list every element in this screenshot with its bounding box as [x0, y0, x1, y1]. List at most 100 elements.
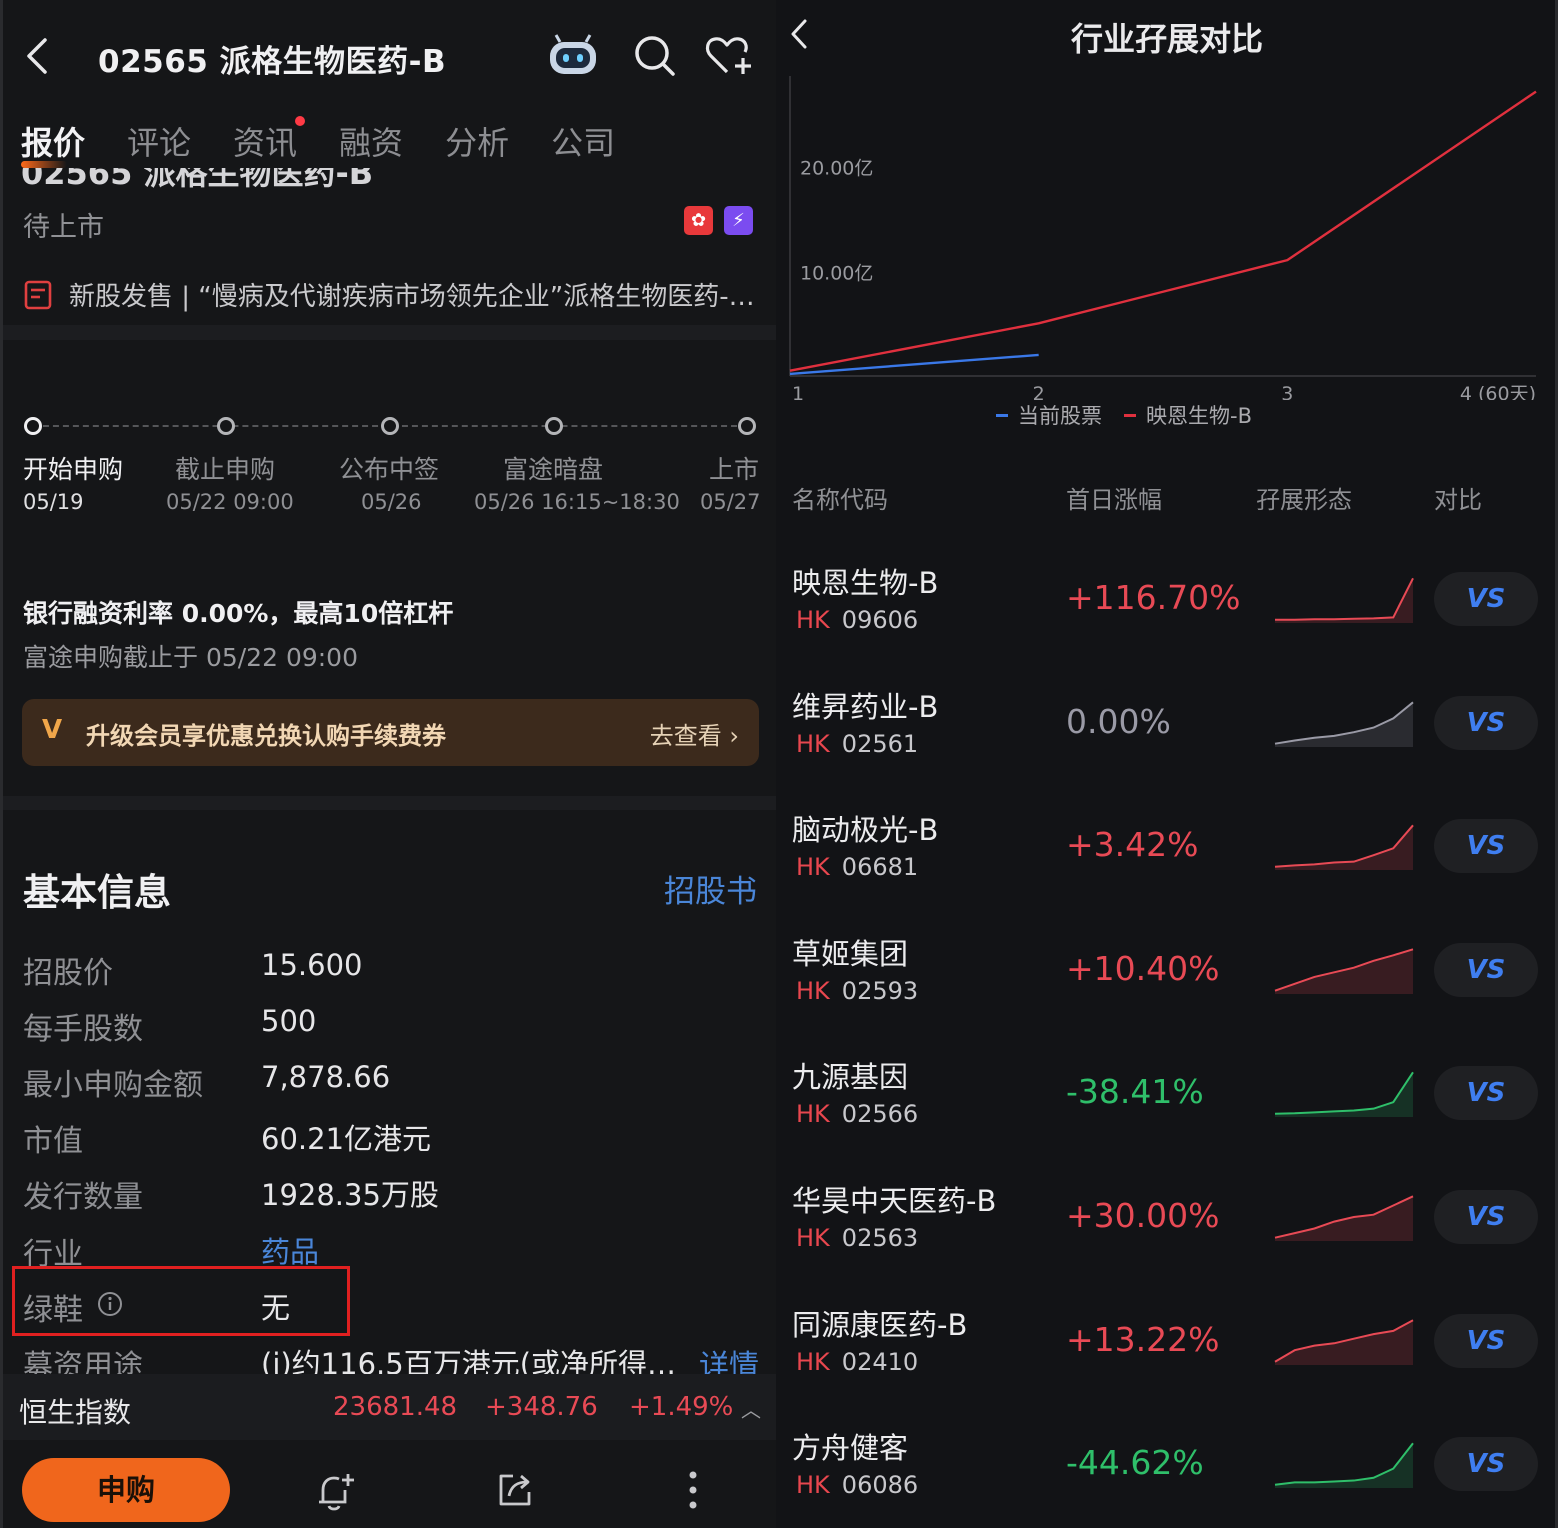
x-tick-label: 2 [1033, 383, 1045, 400]
tab-quote[interactable]: 报价 [21, 118, 85, 168]
vs-compare-button[interactable]: VS [1434, 1190, 1538, 1244]
vs-compare-button[interactable]: VS [1434, 695, 1538, 750]
x-tick-label: 1 [792, 383, 804, 400]
table-row[interactable]: 华昊中天医药-B HK 02563 +30.00% VS [776, 1178, 1555, 1288]
vs-compare-button[interactable]: VS [1434, 1437, 1538, 1492]
news-document-icon [24, 280, 52, 309]
info-value: 60.21亿港元 [261, 1122, 432, 1156]
tab-analysis[interactable]: 分析 [445, 118, 509, 164]
share-icon[interactable] [495, 1470, 535, 1510]
stock-name: 华昊中天医药-B [792, 1184, 997, 1218]
y-tick-label: 10.00亿 [800, 263, 873, 285]
index-change: +348.76 [485, 1392, 598, 1422]
col-header-name: 名称代码 [792, 486, 888, 514]
stock-name: 映恩生物-B [792, 566, 939, 600]
stock-name: 草姬集团 [792, 936, 909, 971]
info-row-offer-price: 招股价 15.600 [23, 948, 759, 1004]
info-key: 每手股数 [23, 1012, 143, 1047]
subscribe-button[interactable]: 申购 [22, 1458, 230, 1522]
table-row[interactable]: 九源基因 HK 02566 -38.41% VS [776, 1054, 1555, 1164]
chevron-right-icon: › [729, 722, 739, 750]
stock-detail-panel: 02565 派格生物医药-B 报价 评论 资讯 融资 分析 公司 02565 派… [0, 0, 776, 1528]
heart-add-icon[interactable] [703, 34, 753, 78]
bell-add-icon[interactable] [315, 1470, 357, 1514]
membership-promo-banner[interactable]: V 升级会员享优惠兑换认购手续费券 去查看 › [22, 699, 759, 766]
tab-company[interactable]: 公司 [551, 118, 615, 164]
market-tag: HK [796, 729, 830, 758]
basic-info-title: 基本信息 [23, 871, 171, 914]
news-banner[interactable]: 新股发售 | “慢病及代谢疾病市场领先企业”派格生物医药-… [23, 276, 755, 313]
timeline-dot [24, 417, 42, 435]
first-day-change: -44.62% [1066, 1443, 1204, 1483]
market-tag: HK [796, 853, 830, 882]
margin-sparkline [1274, 1195, 1414, 1241]
vs-compare-button[interactable]: VS [1434, 942, 1538, 997]
table-row[interactable]: 方舟健客 HK 06086 -44.62% VS [776, 1425, 1555, 1528]
robot-icon[interactable] [546, 32, 600, 80]
tab-comments[interactable]: 评论 [127, 118, 191, 164]
promo-view-link[interactable]: 去查看 › [650, 716, 739, 751]
stock-code: HK 02410 [796, 1348, 918, 1376]
timeline-date: 05/26 16:15~18:30 [474, 490, 680, 514]
x-tick-label: 3 [1281, 383, 1293, 400]
first-day-change: +30.00% [1066, 1196, 1220, 1235]
vip-icon: V [42, 715, 63, 745]
table-row[interactable]: 映恩生物-B HK 09606 +116.70% VS [776, 560, 1555, 670]
table-row[interactable]: 草姬集团 HK 02593 +10.40% VS [776, 931, 1555, 1041]
margin-sparkline [1275, 577, 1414, 623]
vs-compare-button[interactable]: VS [1434, 819, 1538, 874]
greenshoe-highlight-box [12, 1266, 350, 1336]
info-row-min-amount: 最小申购金额 7,878.66 [23, 1060, 759, 1116]
stock-name: 方舟健客 [792, 1431, 909, 1466]
margin-sparkline [1274, 1072, 1414, 1118]
margin-sparkline [1274, 1442, 1414, 1489]
search-icon[interactable] [633, 34, 677, 78]
first-day-change: +116.70% [1066, 578, 1241, 617]
timeline-date: 05/26 [361, 490, 422, 514]
prospectus-link[interactable]: 招股书 [664, 866, 757, 911]
info-key: 市值 [23, 1124, 83, 1159]
legend-swatch [996, 413, 1008, 417]
vs-compare-button[interactable]: VS [1434, 1313, 1538, 1368]
section-divider [3, 796, 776, 810]
stock-code: HK 09606 [796, 606, 918, 634]
code-text: 02561 [841, 729, 919, 758]
legend-swatch [1124, 413, 1136, 417]
col-header-compare: 对比 [1434, 486, 1482, 514]
hk-market-badge-icon: ✿ [684, 206, 713, 235]
first-day-change: +13.22% [1066, 1319, 1220, 1359]
info-row-shares-offered: 发行数量 1928.35万股 [23, 1172, 759, 1228]
table-row[interactable]: 维昇药业-B HK 02561 0.00% VS [776, 684, 1555, 794]
tab-news[interactable]: 资讯 [233, 116, 306, 164]
back-icon[interactable] [23, 36, 49, 76]
timeline-label: 公布中签 [339, 455, 440, 484]
stock-code: HK 02561 [796, 730, 918, 758]
first-day-change: 0.00% [1066, 701, 1171, 741]
market-tag: HK [796, 1471, 830, 1500]
table-row[interactable]: 脑动极光-B HK 06681 +3.42% VS [776, 807, 1555, 917]
info-value: 15.600 [261, 948, 363, 982]
info-value: 7,878.66 [261, 1060, 391, 1094]
table-row[interactable]: 同源康医药-B HK 02410 +13.22% VS [776, 1302, 1555, 1412]
chevron-up-icon[interactable]: ︿ [741, 1394, 761, 1423]
stock-code: HK 02563 [796, 1224, 918, 1252]
timeline-label: 截止申购 [175, 455, 276, 484]
stock-code: HK 02566 [796, 1100, 918, 1128]
info-value: 500 [261, 1004, 317, 1038]
vs-compare-button[interactable]: VS [1434, 1066, 1538, 1121]
vs-compare-button[interactable]: VS [1434, 572, 1538, 626]
index-name: 恒生指数 [19, 1396, 132, 1429]
info-value: 1928.35万股 [261, 1178, 439, 1212]
index-change-pct: +1.49% [629, 1392, 734, 1422]
info-key: 发行数量 [23, 1180, 143, 1215]
timeline-dot [381, 417, 399, 435]
timeline-dot [217, 417, 235, 435]
more-vertical-icon[interactable] [685, 1470, 701, 1510]
industry-link[interactable]: 药品 [261, 1229, 319, 1271]
timeline-label: 上市 [709, 455, 760, 484]
index-ticker-bar[interactable]: 恒生指数 23681.48 +348.76 +1.49% ︿ [3, 1374, 776, 1440]
stock-code: HK 06681 [796, 853, 918, 881]
timeline-date: 05/27 [700, 490, 761, 514]
code-text: 02410 [841, 1347, 919, 1376]
tab-financing[interactable]: 融资 [339, 118, 403, 164]
